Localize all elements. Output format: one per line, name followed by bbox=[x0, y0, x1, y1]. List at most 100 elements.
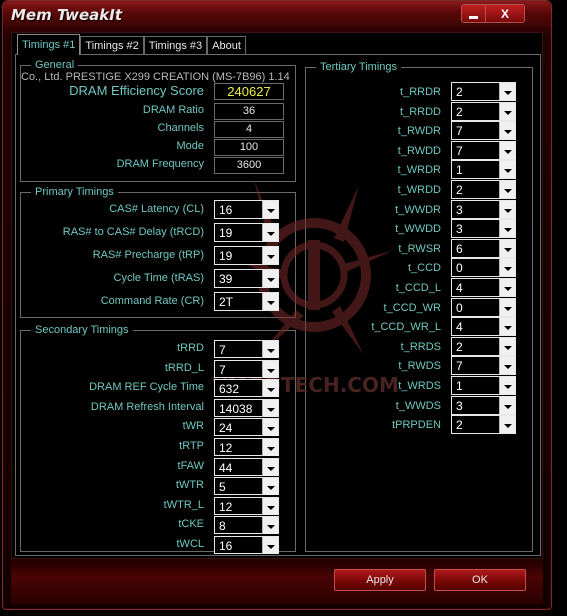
tertiary-timing-select[interactable]: 0 bbox=[451, 298, 516, 317]
chevron-down-icon[interactable] bbox=[499, 377, 515, 394]
secondary-label: tRTP bbox=[179, 440, 204, 452]
primary-timing-select[interactable]: 19 bbox=[214, 246, 279, 265]
chevron-down-icon[interactable] bbox=[499, 161, 515, 178]
close-button[interactable]: X bbox=[486, 5, 524, 22]
tertiary-timing-select[interactable]: 1 bbox=[451, 160, 516, 179]
chevron-down-icon[interactable] bbox=[262, 439, 278, 456]
chevron-down-icon[interactable] bbox=[499, 181, 515, 198]
close-icon: X bbox=[500, 6, 509, 21]
secondary-timing-select[interactable]: 24 bbox=[214, 418, 279, 436]
select-value: 2 bbox=[456, 105, 463, 119]
secondary-timing-select[interactable]: 632 bbox=[214, 379, 279, 397]
primary-label: Cycle Time (tRAS) bbox=[113, 272, 204, 284]
tertiary-timing-select[interactable]: 4 bbox=[451, 317, 516, 336]
title-bar[interactable]: Mem TweakIt X bbox=[3, 1, 551, 27]
select-value: 0 bbox=[456, 261, 463, 275]
select-value: 6 bbox=[456, 242, 463, 256]
chevron-down-icon[interactable] bbox=[262, 498, 278, 515]
chevron-down-icon[interactable] bbox=[499, 142, 515, 159]
tertiary-timing-select[interactable]: 1 bbox=[451, 376, 516, 395]
tertiary-timing-select[interactable]: 2 bbox=[451, 415, 516, 434]
chevron-down-icon[interactable] bbox=[499, 220, 515, 237]
minimize-icon bbox=[469, 15, 478, 19]
secondary-timing-select[interactable]: 5 bbox=[214, 477, 279, 495]
tertiary-timing-select[interactable]: 7 bbox=[451, 121, 516, 140]
tertiary-timing-select[interactable]: 6 bbox=[451, 239, 516, 258]
chevron-down-icon[interactable] bbox=[262, 537, 278, 554]
primary-timing-select[interactable]: 16 bbox=[214, 200, 279, 219]
select-value: 4 bbox=[456, 281, 463, 295]
secondary-timing-select[interactable]: 12 bbox=[214, 497, 279, 515]
chevron-down-icon[interactable] bbox=[262, 380, 278, 397]
chevron-down-icon[interactable] bbox=[262, 400, 278, 417]
secondary-label: tWCL bbox=[176, 538, 205, 550]
chevron-down-icon[interactable] bbox=[262, 224, 278, 241]
chevron-down-icon[interactable] bbox=[499, 103, 515, 120]
primary-timing-select[interactable]: 19 bbox=[214, 223, 279, 242]
tertiary-timing-select[interactable]: 2 bbox=[451, 102, 516, 121]
tertiary-timing-select[interactable]: 3 bbox=[451, 219, 516, 238]
chevron-down-icon[interactable] bbox=[262, 201, 278, 218]
primary-timing-select[interactable]: 2T bbox=[214, 292, 279, 311]
chevron-down-icon[interactable] bbox=[262, 517, 278, 534]
chevron-down-icon[interactable] bbox=[262, 361, 278, 378]
chevron-down-icon[interactable] bbox=[499, 357, 515, 374]
secondary-timing-select[interactable]: 16 bbox=[214, 536, 279, 554]
tertiary-label: t_RWDS bbox=[398, 360, 441, 372]
chevron-down-icon[interactable] bbox=[499, 240, 515, 257]
tertiary-timing-select[interactable]: 2 bbox=[451, 82, 516, 101]
secondary-timing-select[interactable]: 7 bbox=[214, 360, 279, 378]
secondary-timing-select[interactable]: 8 bbox=[214, 516, 279, 534]
chevron-down-icon[interactable] bbox=[262, 270, 278, 287]
secondary-timings-legend: Secondary Timings bbox=[31, 323, 133, 337]
tertiary-timing-select[interactable]: 3 bbox=[451, 396, 516, 415]
chevron-down-icon[interactable] bbox=[262, 419, 278, 436]
tertiary-timing-select[interactable]: 2 bbox=[451, 337, 516, 356]
chevron-down-icon[interactable] bbox=[499, 201, 515, 218]
secondary-timing-select[interactable]: 44 bbox=[214, 458, 279, 476]
primary-timing-select[interactable]: 39 bbox=[214, 269, 279, 288]
ok-button[interactable]: OK bbox=[434, 569, 526, 591]
chevron-down-icon[interactable] bbox=[262, 293, 278, 310]
tab-timings-2[interactable]: Timings #2 bbox=[80, 36, 144, 55]
select-value: 3 bbox=[456, 399, 463, 413]
general-value: 36 bbox=[214, 103, 284, 120]
tertiary-timing-select[interactable]: 7 bbox=[451, 356, 516, 375]
apply-button[interactable]: Apply bbox=[334, 569, 426, 591]
tab-about[interactable]: About bbox=[207, 36, 246, 55]
chevron-down-icon[interactable] bbox=[499, 83, 515, 100]
general-label: Mode bbox=[176, 140, 204, 152]
chevron-down-icon[interactable] bbox=[262, 459, 278, 476]
tab-timings-1[interactable]: Timings #1 bbox=[17, 34, 81, 55]
chevron-down-icon[interactable] bbox=[499, 338, 515, 355]
chevron-down-icon[interactable] bbox=[499, 416, 515, 433]
tab-timings-3[interactable]: Timings #3 bbox=[143, 36, 208, 55]
tertiary-timing-select[interactable]: 2 bbox=[451, 180, 516, 199]
tertiary-timing-select[interactable]: 0 bbox=[451, 258, 516, 277]
chevron-down-icon[interactable] bbox=[499, 299, 515, 316]
select-value: 7 bbox=[219, 363, 226, 377]
secondary-timing-select[interactable]: 12 bbox=[214, 438, 279, 456]
chevron-down-icon[interactable] bbox=[499, 279, 515, 296]
secondary-timing-select[interactable]: 14038 bbox=[214, 399, 279, 417]
window-title: Mem TweakIt bbox=[11, 6, 122, 24]
tertiary-timing-select[interactable]: 4 bbox=[451, 278, 516, 297]
select-value: 2T bbox=[219, 295, 234, 309]
minimize-button[interactable] bbox=[462, 5, 486, 22]
tertiary-label: t_RRDD bbox=[400, 106, 441, 118]
select-value: 4 bbox=[456, 320, 463, 334]
chevron-down-icon[interactable] bbox=[499, 397, 515, 414]
secondary-timing-select[interactable]: 7 bbox=[214, 340, 279, 358]
chevron-down-icon[interactable] bbox=[499, 122, 515, 139]
tertiary-label: t_RWDD bbox=[397, 145, 441, 157]
primary-label: CAS# Latency (CL) bbox=[109, 203, 204, 215]
chevron-down-icon[interactable] bbox=[499, 259, 515, 276]
tertiary-timing-select[interactable]: 7 bbox=[451, 141, 516, 160]
select-value: 1 bbox=[456, 379, 463, 393]
chevron-down-icon[interactable] bbox=[499, 318, 515, 335]
chevron-down-icon[interactable] bbox=[262, 247, 278, 264]
chevron-down-icon[interactable] bbox=[262, 341, 278, 358]
chevron-down-icon[interactable] bbox=[262, 478, 278, 495]
tertiary-timing-select[interactable]: 3 bbox=[451, 200, 516, 219]
tertiary-label: t_RWSR bbox=[398, 243, 441, 255]
